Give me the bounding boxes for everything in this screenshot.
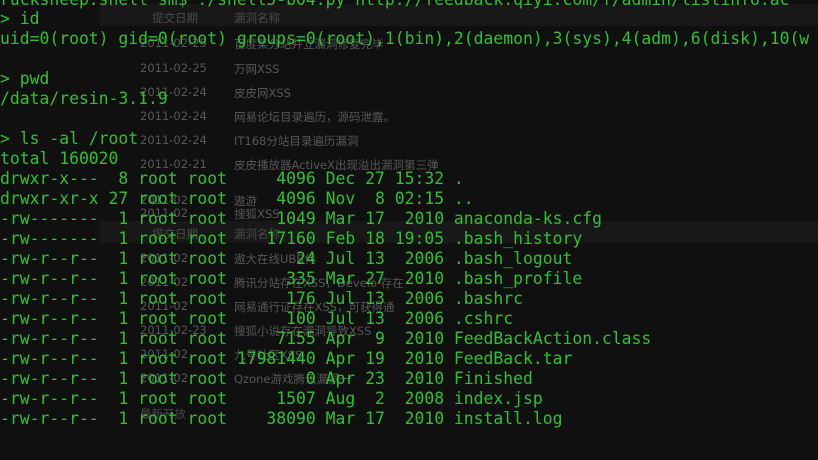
terminal-line-text: -rw-r--r-- 1 root root 176 Jul 13 2006 .… — [0, 289, 524, 308]
terminal-line-text: -rw-r--r-- 1 root root 1507 Aug 2 2008 i… — [0, 389, 543, 408]
terminal-listing-line: -rw-r--r-- 1 root root 7155 Apr 9 2010 F… — [0, 329, 651, 349]
terminal-line-text: -rw------- 1 root root 17160 Feb 18 19:0… — [0, 229, 583, 248]
terminal-listing-line: -rw------- 1 root root 17160 Feb 18 19:0… — [0, 229, 582, 249]
terminal-output-line: /data/resin-3.1.9 — [0, 89, 168, 109]
terminal-line-text: rucksheep:shell sm$ ./shell5-b04.py http… — [0, 0, 789, 10]
terminal-line-text: drwxr-xr-x 27 root root 4096 Nov 8 02:15… — [0, 189, 474, 208]
terminal-listing-line: -rw-r--r-- 1 root root 100 Jul 13 2006 .… — [0, 309, 513, 329]
terminal-line-text: drwxr-x--- 8 root root 4096 Dec 27 15:32… — [0, 169, 464, 188]
terminal-output-line: uid=0(root) gid=0(root) groups=0(root),1… — [0, 29, 809, 49]
terminal-prompt-line: > pwd — [0, 69, 49, 89]
terminal-output-line: total 160020 — [0, 149, 118, 169]
terminal-line-text: -rw-r--r-- 1 root root 335 Mar 27 2010 .… — [0, 269, 583, 288]
terminal-line-text: -rw-r--r-- 1 root root 38090 Mar 17 2010… — [0, 409, 563, 428]
terminal-listing-line: drwxr-x--- 8 root root 4096 Dec 27 15:32… — [0, 169, 464, 189]
terminal-prompt-line: > id — [0, 9, 39, 29]
terminal-line-text: uid=0(root) gid=0(root) groups=0(root),1… — [0, 29, 810, 48]
terminal-command-line: rucksheep:shell sm$ ./shell5-b04.py http… — [0, 0, 789, 10]
terminal-listing-line: -rw-r--r-- 1 root root 176 Jul 13 2006 .… — [0, 289, 523, 309]
terminal-line-text: -rw-r--r-- 1 root root 17981440 Apr 19 2… — [0, 349, 573, 368]
terminal-listing-line: drwxr-xr-x 27 root root 4096 Nov 8 02:15… — [0, 189, 474, 209]
terminal-line-text: > pwd — [0, 69, 50, 88]
terminal-listing-line: -rw-r--r-- 1 root root 38090 Mar 17 2010… — [0, 409, 562, 429]
terminal-prompt-line: > ls -al /root — [0, 129, 138, 149]
terminal-listing-line: -rw-r--r-- 1 root root 24 Jul 13 2006 .b… — [0, 249, 572, 269]
terminal-window[interactable]: rucksheep:shell sm$ ./shell5-b04.py http… — [0, 0, 818, 430]
terminal-line-text: -rw-r--r-- 1 root root 0 Apr 23 2010 Fin… — [0, 369, 533, 388]
terminal-line-text: total 160020 — [0, 149, 119, 168]
terminal-listing-line: -rw------- 1 root root 1049 Mar 17 2010 … — [0, 209, 602, 229]
terminal-line-text: -rw-r--r-- 1 root root 7155 Apr 9 2010 F… — [0, 329, 652, 348]
terminal-line-text: /data/resin-3.1.9 — [0, 89, 168, 108]
terminal-line-text: > id — [0, 9, 40, 28]
terminal-listing-line: -rw-r--r-- 1 root root 17981440 Apr 19 2… — [0, 349, 572, 369]
terminal-line-text: -rw-r--r-- 1 root root 100 Jul 13 2006 .… — [0, 309, 514, 328]
terminal-listing-line: -rw-r--r-- 1 root root 335 Mar 27 2010 .… — [0, 269, 582, 289]
terminal-listing-line: -rw-r--r-- 1 root root 0 Apr 23 2010 Fin… — [0, 369, 533, 389]
terminal-line-text: -rw------- 1 root root 1049 Mar 17 2010 … — [0, 209, 602, 228]
terminal-line-text: -rw-r--r-- 1 root root 24 Jul 13 2006 .b… — [0, 249, 573, 268]
terminal-line-text: > ls -al /root — [0, 129, 139, 148]
terminal-listing-line: -rw-r--r-- 1 root root 1507 Aug 2 2008 i… — [0, 389, 543, 409]
